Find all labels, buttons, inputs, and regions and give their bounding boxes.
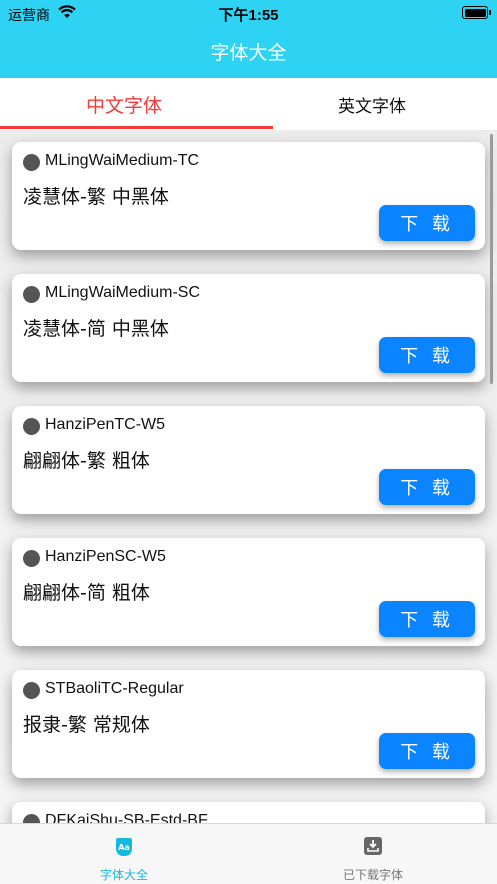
download-button[interactable]: 下 载 — [379, 469, 475, 505]
status-bar: 运营商 下午1:55 — [0, 0, 497, 28]
font-description: 翩翩体-简 粗体 — [23, 582, 150, 604]
tab-bar: Aa 字体大全 已下载字体 — [0, 823, 497, 884]
font-name: MLingWaiMedium-SC — [45, 284, 200, 301]
download-button[interactable]: 下 载 — [379, 205, 475, 241]
font-card: HanziPenSC-W5 翩翩体-简 粗体 下 载 — [12, 538, 485, 646]
font-card: DFKaiShu-SB-Estd-BF — [12, 802, 485, 823]
download-button[interactable]: 下 载 — [379, 601, 475, 637]
font-description: 凌慧体-繁 中黑体 — [23, 186, 169, 208]
scrollbar[interactable] — [490, 134, 493, 384]
nav-bar: 字体大全 — [0, 28, 497, 78]
battery-icon — [462, 6, 491, 19]
font-name: HanziPenSC-W5 — [45, 548, 166, 565]
status-dot-icon — [23, 154, 40, 171]
font-card: MLingWaiMedium-TC 凌慧体-繁 中黑体 下 载 — [12, 142, 485, 250]
status-dot-icon — [23, 418, 40, 435]
font-name: DFKaiShu-SB-Estd-BF — [45, 812, 208, 823]
download-tray-icon — [364, 837, 382, 855]
font-description: 凌慧体-简 中黑体 — [23, 318, 169, 340]
font-name: MLingWaiMedium-TC — [45, 152, 200, 169]
font-card: STBaoliTC-Regular 报隶-繁 常规体 下 载 — [12, 670, 485, 778]
page-title: 字体大全 — [210, 42, 287, 64]
download-button[interactable]: 下 载 — [379, 337, 475, 373]
font-name: HanziPenTC-W5 — [45, 416, 166, 433]
status-time: 下午1:55 — [218, 7, 279, 24]
font-aa-icon: Aa — [116, 838, 132, 856]
tabbar-item-downloaded[interactable]: 已下载字体 — [249, 824, 497, 884]
tab-english-fonts[interactable]: 英文字体 — [248, 78, 496, 130]
tabbar-label: 已下载字体 — [342, 868, 403, 882]
status-dot-icon — [23, 286, 40, 303]
status-dot-icon — [23, 814, 40, 823]
font-description: 报隶-繁 常规体 — [23, 714, 150, 736]
svg-text:Aa: Aa — [118, 843, 130, 852]
font-description: 翩翩体-繁 粗体 — [23, 450, 150, 472]
font-card: HanziPenTC-W5 翩翩体-繁 粗体 下 载 — [12, 406, 485, 514]
status-dot-icon — [23, 550, 40, 567]
active-tab-indicator — [0, 126, 273, 129]
font-name: STBaoliTC-Regular — [45, 680, 184, 697]
font-card: MLingWaiMedium-SC 凌慧体-简 中黑体 下 载 — [12, 274, 485, 382]
segment-tabs: 中文字体 英文字体 — [0, 78, 497, 130]
tabbar-label: 字体大全 — [99, 868, 148, 882]
tab-chinese-fonts[interactable]: 中文字体 — [0, 78, 248, 130]
tabbar-item-fonts[interactable]: Aa 字体大全 — [0, 824, 248, 884]
font-list[interactable]: MLingWaiMedium-TC 凌慧体-繁 中黑体 下 载 MLingWai… — [0, 130, 497, 823]
download-button[interactable]: 下 载 — [379, 733, 475, 769]
status-dot-icon — [23, 682, 40, 699]
